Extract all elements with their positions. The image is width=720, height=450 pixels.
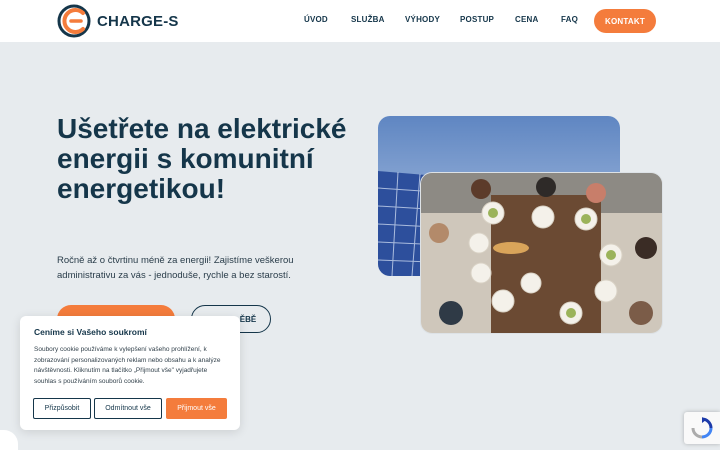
site-header: CHARGE-S ÚVOD SLUŽBA VÝHODY POSTUP CENA … (0, 0, 720, 42)
cookie-text: Soubory cookie používáme k vylepšení vaš… (34, 346, 221, 385)
cookie-consent-panel: Ceníme si Vašeho soukromí Soubory cookie… (20, 316, 240, 430)
recaptcha-icon (691, 417, 713, 439)
reject-all-button[interactable]: Odmítnout vše (94, 398, 162, 419)
nav-item-faq[interactable]: FAQ (561, 15, 578, 24)
page-corner-decoration (0, 430, 18, 450)
community-dinner-image (420, 172, 663, 334)
nav-item-sluzba[interactable]: SLUŽBA (351, 15, 385, 24)
hero-secondary-button-label: ĚBĚ (239, 314, 257, 324)
hero-title: Ušetřete na elektrické energii s komunit… (57, 113, 347, 204)
nav-item-postup[interactable]: POSTUP (460, 15, 494, 24)
nav-item-cena[interactable]: CENA (515, 15, 538, 24)
recaptcha-badge[interactable] (684, 412, 720, 444)
cookie-title: Ceníme si Vašeho soukromí (34, 327, 147, 337)
hero-description: Ročně až o čtvrtinu méně za energii! Zaj… (57, 255, 294, 281)
nav-item-vyhody[interactable]: VÝHODY (405, 15, 440, 24)
accept-all-button[interactable]: Přijmout vše (166, 398, 227, 419)
contact-button[interactable]: KONTAKT (594, 9, 656, 33)
customize-button[interactable]: Přizpůsobit (33, 398, 91, 419)
nav-item-uvod[interactable]: ÚVOD (304, 15, 328, 24)
